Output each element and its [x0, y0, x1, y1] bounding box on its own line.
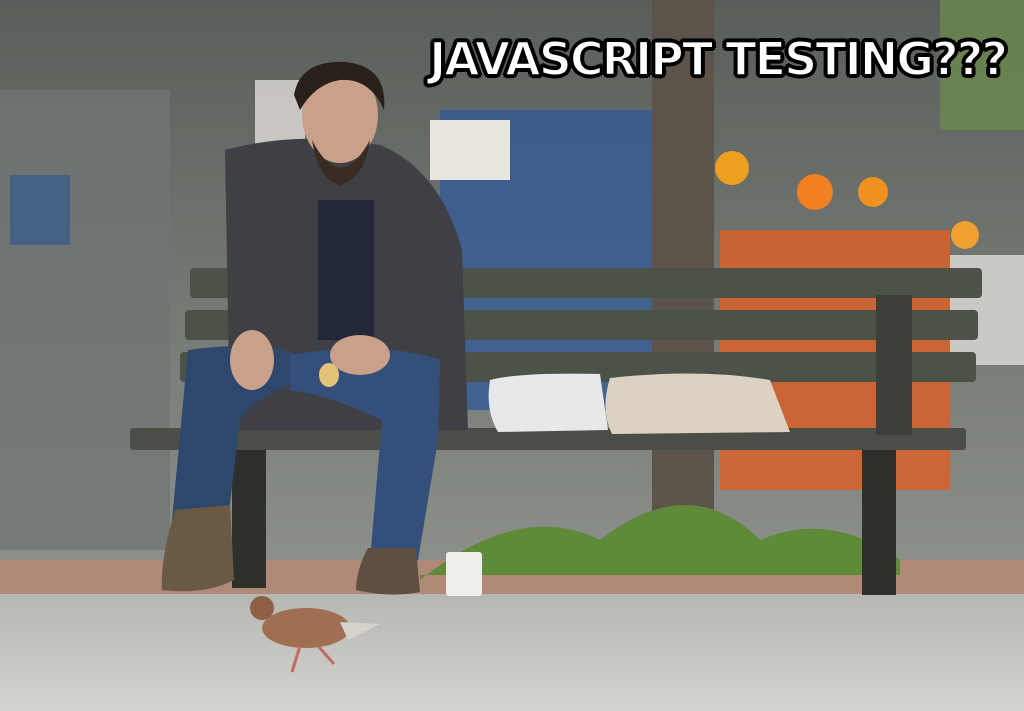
orange-light [715, 151, 749, 185]
right-boot [356, 548, 420, 595]
meme-photo: JAVASCRIPT TESTING??? [0, 0, 1024, 711]
paper-cup [446, 552, 482, 596]
orange-light [951, 221, 979, 249]
portable-toilet [0, 90, 170, 550]
orange-light [858, 177, 888, 207]
plastic-bag [488, 373, 608, 432]
paper-bag [605, 373, 790, 434]
pavement [0, 594, 1024, 711]
meme-caption: JAVASCRIPT TESTING??? [428, 32, 1009, 86]
blue-panel [10, 175, 70, 245]
orange-light [797, 174, 833, 210]
white-sign [430, 120, 510, 180]
bread-piece [319, 363, 339, 387]
sad-man-on-bench-photo [0, 0, 1024, 711]
